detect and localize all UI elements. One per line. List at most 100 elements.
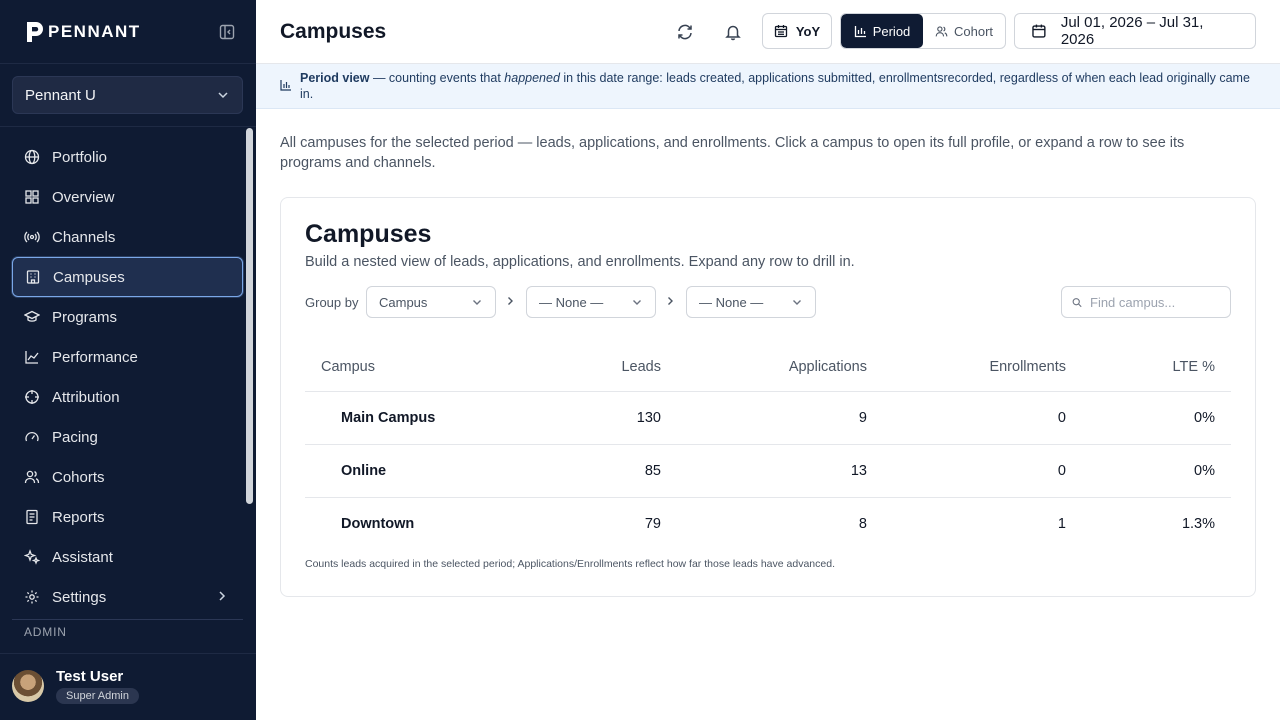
graduation-cap-icon xyxy=(24,310,40,322)
bar-chart-icon xyxy=(854,25,866,37)
building-icon xyxy=(26,270,40,284)
brand-logo[interactable]: PENNANT xyxy=(24,20,141,44)
sidebar-item-overview[interactable]: Overview xyxy=(12,177,243,217)
sidebar-nav: Portfolio Overview Channels Campuses Pro… xyxy=(12,137,243,617)
grid-icon xyxy=(25,190,39,204)
calendar-icon xyxy=(774,25,787,38)
sidebar-item-label: Reports xyxy=(52,508,105,526)
sidebar-item-label: Overview xyxy=(52,188,115,206)
collapse-sidebar-icon[interactable] xyxy=(218,23,236,41)
table-header-row: Campus Leads Applications Enrollments LT… xyxy=(305,344,1231,392)
chevron-down-icon xyxy=(793,300,801,305)
enrollments-cell: 0 xyxy=(883,391,1082,445)
search-icon xyxy=(1072,297,1082,307)
pennant-logo-icon xyxy=(27,21,43,42)
lte-cell: 0% xyxy=(1082,444,1231,498)
column-header-lte[interactable]: LTE % xyxy=(1082,344,1231,392)
sidebar-divider xyxy=(0,126,256,127)
calendar-icon xyxy=(1032,24,1046,38)
chevron-down-icon xyxy=(633,300,641,305)
group-by-value: — None — xyxy=(539,294,604,310)
user-info: Test User Super Admin xyxy=(56,668,139,704)
table-footnote: Counts leads acquired in the selected pe… xyxy=(305,558,835,570)
cohort-label: Cohort xyxy=(953,23,994,39)
sidebar-item-programs[interactable]: Programs xyxy=(12,297,243,337)
search-input[interactable] xyxy=(1090,294,1220,310)
campuses-table: Campus Leads Applications Enrollments LT… xyxy=(305,344,1231,550)
leads-cell: 79 xyxy=(644,515,661,532)
group-by-select-2[interactable]: — None — xyxy=(526,286,656,318)
gear-icon xyxy=(25,590,39,604)
group-by-value: Campus xyxy=(379,294,428,310)
chevron-right-icon xyxy=(219,591,226,601)
chevron-right-icon xyxy=(508,297,513,305)
column-header-leads[interactable]: Leads xyxy=(565,344,677,392)
sidebar-item-channels[interactable]: Channels xyxy=(12,217,243,257)
group-by-select-3[interactable]: — None — xyxy=(686,286,816,318)
page-title: Campuses xyxy=(280,19,387,43)
date-range-label: Jul 01, 2026 – Jul 31, 2026 xyxy=(1060,14,1204,48)
period-view-banner: Period view — counting events that happe… xyxy=(256,64,1280,109)
period-toggle[interactable]: Period xyxy=(841,14,923,48)
user-profile[interactable]: Test User Super Admin xyxy=(12,668,139,704)
lte-cell: 1.3% xyxy=(1181,515,1215,532)
globe-icon xyxy=(24,149,40,165)
bar-chart-icon xyxy=(280,80,291,91)
sidebar-item-label: Programs xyxy=(52,308,118,326)
sidebar-item-label: Channels xyxy=(52,228,116,246)
banner-title: Period view xyxy=(300,71,370,85)
sidebar-item-settings[interactable]: Settings xyxy=(12,577,243,617)
campus-name-link[interactable]: Online xyxy=(305,444,565,498)
tenant-selector[interactable]: Pennant U xyxy=(12,76,243,114)
cohort-toggle[interactable]: Cohort xyxy=(923,14,1005,48)
campus-name-link[interactable]: Main Campus xyxy=(305,391,565,445)
brand-name: PENNANT xyxy=(48,21,141,41)
crosshair-icon xyxy=(25,390,39,404)
admin-divider xyxy=(12,619,243,620)
chevron-down-icon xyxy=(218,92,228,99)
gauge-icon xyxy=(25,431,39,442)
sidebar-item-performance[interactable]: Performance xyxy=(12,337,243,377)
sidebar-item-assistant[interactable]: Assistant xyxy=(12,537,243,577)
date-range-picker[interactable]: Jul 01, 2026 – Jul 31, 2026 xyxy=(1014,13,1256,49)
group-by-select-1[interactable]: Campus xyxy=(366,286,496,318)
campus-search[interactable] xyxy=(1061,286,1231,318)
admin-section-label: ADMIN xyxy=(24,625,67,639)
table-row[interactable]: Main Campus 130 9 0 0% xyxy=(305,391,1231,445)
sidebar-item-pacing[interactable]: Pacing xyxy=(12,417,243,457)
user-name: Test User xyxy=(56,668,124,685)
banner-text-before: — counting events that xyxy=(369,71,505,85)
table-row[interactable]: Online 85 13 0 0% xyxy=(305,444,1231,498)
table-row[interactable]: Downtown 79 8 1 1.3% xyxy=(305,497,1231,550)
column-header-enrollments[interactable]: Enrollments xyxy=(883,344,1082,392)
users-icon xyxy=(24,470,40,484)
column-header-applications[interactable]: Applications xyxy=(677,344,883,392)
yoy-button[interactable]: YoY xyxy=(762,13,832,49)
user-role-badge: Super Admin xyxy=(56,688,139,704)
enrollments-cell: 0 xyxy=(883,444,1082,498)
card-title: Campuses xyxy=(305,220,432,248)
sparkles-icon xyxy=(24,549,40,565)
sidebar-item-label: Pacing xyxy=(52,428,98,446)
sidebar-item-label: Attribution xyxy=(52,388,120,406)
sidebar-scrollbar[interactable] xyxy=(246,128,253,504)
card-subtitle: Build a nested view of leads, applicatio… xyxy=(305,254,855,270)
sidebar-item-portfolio[interactable]: Portfolio xyxy=(12,137,243,177)
avatar xyxy=(12,670,44,702)
sidebar-item-reports[interactable]: Reports xyxy=(12,497,243,537)
campus-name-link[interactable]: Downtown xyxy=(305,497,565,550)
column-header-campus[interactable]: Campus xyxy=(305,344,565,392)
group-by-label: Group by xyxy=(305,295,359,310)
chevron-down-icon xyxy=(473,300,481,305)
user-divider xyxy=(0,653,256,654)
refresh-icon[interactable] xyxy=(673,20,697,44)
sidebar-item-label: Assistant xyxy=(52,548,113,566)
sidebar-item-campuses[interactable]: Campuses xyxy=(12,257,243,297)
lte-cell: 0% xyxy=(1082,391,1231,445)
sidebar-item-cohorts[interactable]: Cohorts xyxy=(12,457,243,497)
sidebar-item-attribution[interactable]: Attribution xyxy=(12,377,243,417)
bell-icon[interactable] xyxy=(721,20,745,44)
period-label: Period xyxy=(872,23,911,39)
applications-cell: 9 xyxy=(677,391,883,445)
report-icon xyxy=(26,509,38,525)
